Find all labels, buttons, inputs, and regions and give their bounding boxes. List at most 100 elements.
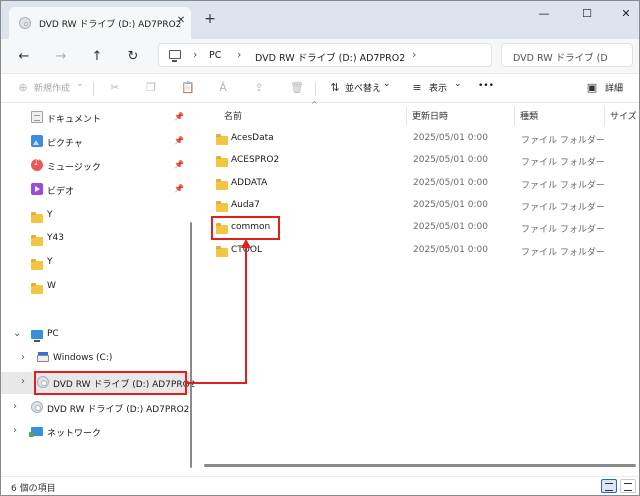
breadcrumb-separator: › [412,48,417,61]
navigation-pane: ドキュメント 📌 ピクチャ 📌 ミュージック 📌 ビデオ 📌 Y Y43 [1,104,195,476]
file-modified: 2025/05/01 0:00 [413,222,488,232]
highlight-box-dvd-drive [34,371,187,395]
sidebar-item-pictures[interactable]: ピクチャ 📌 [1,131,191,153]
sidebar-item-label: PC [47,329,59,339]
details-view-button[interactable] [601,479,617,493]
sidebar-item-label: ピクチャ [47,139,83,149]
file-list: ^ 名前 更新日時 種類 サイズ AcesData 2025/05/01 0:0… [201,100,639,476]
tab-close-icon[interactable]: ✕ [174,14,188,28]
column-header-type[interactable]: 種類 [520,109,538,122]
column-header-size[interactable]: サイズ [610,109,637,122]
title-bar: DVD RW ドライブ (D:) AD7PRO2 ✕ + — ☐ ✕ [1,1,639,39]
column-header-modified[interactable]: 更新日時 [412,109,448,122]
more-button[interactable]: ••• [478,81,494,91]
search-placeholder: DVD RW ドライブ (D [513,53,608,64]
chevron-right-icon[interactable]: › [21,376,25,387]
view-button[interactable]: 表示 [429,81,447,94]
chevron-right-icon[interactable]: › [21,352,25,363]
file-row-auda7[interactable]: Auda7 2025/05/01 0:00 ファイル フォルダー [209,196,639,216]
details-button[interactable]: 詳細 [605,81,623,94]
file-type: ファイル フォルダー [521,248,605,258]
highlight-box-common [211,216,280,240]
details-pane-icon: ▣ [586,81,598,94]
tab-dvd-drive[interactable]: DVD RW ドライブ (D:) AD7PRO2 ✕ [9,7,191,39]
divider [93,82,94,96]
sidebar-item-videos[interactable]: ビデオ 📌 [1,179,191,201]
file-modified: 2025/05/01 0:00 [413,133,488,143]
chevron-down-icon: ⌄ [383,79,391,89]
pin-icon: 📌 [174,184,184,193]
minimize-button[interactable]: — [529,5,559,23]
sidebar-item-documents[interactable]: ドキュメント 📌 [1,107,191,129]
delete-button[interactable]: 🗑 [290,82,304,94]
sidebar-item-network[interactable]: › ネットワーク [1,421,191,443]
file-name: ADDATA [231,178,268,188]
file-row-acesdata[interactable]: AcesData 2025/05/01 0:00 ファイル フォルダー [209,129,639,149]
chevron-down-icon[interactable]: ⌄ [13,328,21,339]
breadcrumb-dvd-drive[interactable]: DVD RW ドライブ (D:) AD7PRO2 [255,50,405,64]
column-divider[interactable] [406,106,407,126]
sidebar-item-folder-w[interactable]: W [1,276,191,298]
folder-icon [31,283,43,294]
forward-button[interactable]: → [52,48,70,66]
file-row-addata[interactable]: ADDATA 2025/05/01 0:00 ファイル フォルダー [209,174,639,194]
chevron-right-icon[interactable]: › [13,401,17,412]
explorer-window: DVD RW ドライブ (D:) AD7PRO2 ✕ + — ☐ ✕ ← → ↑… [0,0,640,496]
sidebar-item-pc[interactable]: ⌄ PC [1,324,191,346]
maximize-button[interactable]: ☐ [572,5,602,23]
sidebar-item-music[interactable]: ミュージック 📌 [1,155,191,177]
file-name: Auda7 [231,200,260,210]
divider [315,82,316,96]
column-divider[interactable] [604,106,605,126]
refresh-button[interactable]: ↻ [124,48,142,66]
pin-icon: 📌 [174,112,184,121]
sidebar-item-label: Y43 [47,233,64,243]
rename-button[interactable]: Ā [217,82,229,94]
dvd-drive-icon [19,17,31,29]
share-button[interactable]: ⇪ [253,82,265,94]
item-count: 6 個の項目 [11,484,56,494]
sidebar-item-label: Y [47,210,53,220]
copy-button[interactable]: ❐ [145,82,157,94]
column-header-name[interactable]: 名前 [224,109,242,122]
sidebar-item-folder-y2[interactable]: Y [1,252,191,274]
search-box[interactable]: DVD RW ドライブ (D [501,43,633,67]
documents-icon [31,111,43,123]
column-divider[interactable] [514,106,515,126]
file-row-ctool[interactable]: CTOOL 2025/05/01 0:00 ファイル フォルダー [209,241,639,261]
up-button[interactable]: ↑ [88,48,106,66]
back-button[interactable]: ← [15,48,33,66]
sidebar-item-label: DVD RW ドライブ (D:) AD7PRO2 [47,405,190,415]
close-window-button[interactable]: ✕ [611,5,639,23]
sidebar-item-label: ミュージック [47,163,101,173]
address-bar[interactable]: › PC › DVD RW ドライブ (D:) AD7PRO2 › [158,43,492,67]
chevron-right-icon[interactable]: › [13,425,17,436]
new-tab-button[interactable]: + [202,11,218,27]
file-type: ファイル フォルダー [521,181,605,191]
sidebar-item-folder-y43[interactable]: Y43 [1,228,191,250]
sidebar-item-folder-y[interactable]: Y [1,205,191,227]
sidebar-item-windows-c[interactable]: › Windows (C:) [1,348,191,370]
horizontal-scrollbar[interactable] [204,464,636,467]
chevron-down-icon: ⌄ [454,79,462,89]
file-row-acespro2[interactable]: ACESPRO2 2025/05/01 0:00 ファイル フォルダー [209,151,639,171]
folder-icon [31,235,43,246]
file-name: CTOOL [231,245,262,255]
file-modified: 2025/05/01 0:00 [413,178,488,188]
paste-button[interactable]: 📋 [181,82,195,94]
cut-button[interactable]: ✂ [109,82,121,94]
sidebar-item-dvd-drive[interactable]: › DVD RW ドライブ (D:) AD7PRO2 [1,397,191,419]
file-type: ファイル フォルダー [521,136,605,146]
breadcrumb-pc[interactable]: PC [209,50,221,61]
sidebar-item-label: ビデオ [47,187,75,197]
new-button[interactable]: 新規作成 [34,81,70,94]
sidebar-scrollbar[interactable] [190,222,192,468]
file-name: ACESPRO2 [231,155,280,165]
sort-button[interactable]: 並べ替え [345,81,381,94]
dvd-drive-icon [31,401,43,413]
tiles-view-button[interactable] [620,479,636,493]
music-icon [31,158,43,171]
file-type: ファイル フォルダー [521,203,605,213]
command-bar: ⊕ 新規作成 ⌄ ✂ ❐ 📋 Ā ⇪ 🗑 ⇅ 並べ替え ⌄ ≡ 表示 ⌄ •••… [1,73,639,103]
pictures-icon [31,135,43,147]
